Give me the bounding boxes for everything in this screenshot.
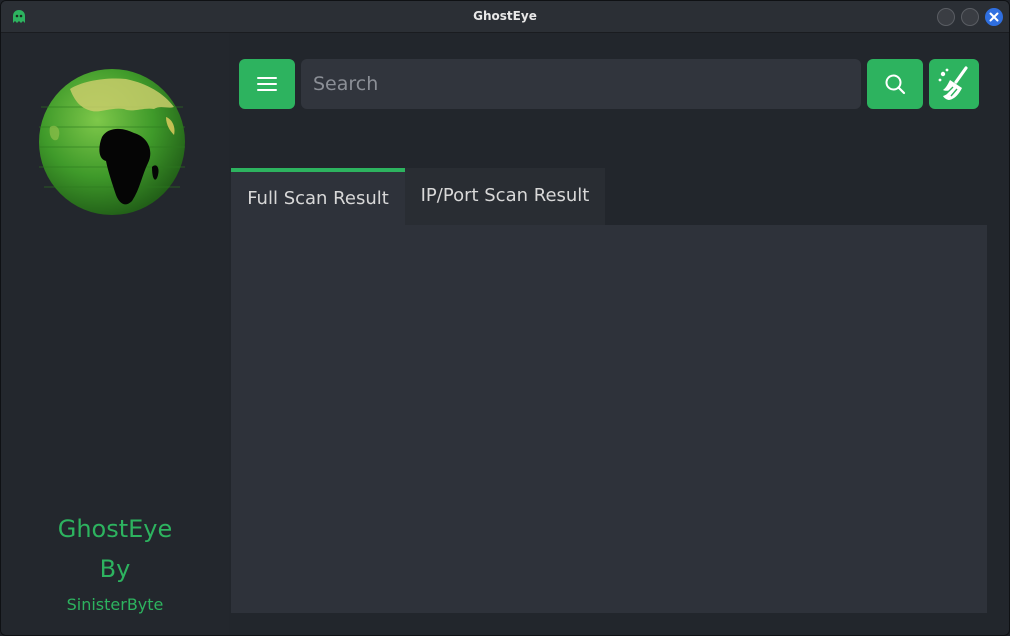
scan-result-panel xyxy=(231,225,987,613)
clear-button[interactable] xyxy=(929,59,979,109)
close-icon xyxy=(989,12,999,22)
search-input[interactable] xyxy=(301,59,861,109)
title-bar[interactable]: GhostEye xyxy=(1,1,1009,33)
search-button[interactable] xyxy=(867,59,923,109)
app-window: GhostEye GhostEye By SinisterByte Search… xyxy=(0,0,1010,636)
maximize-button[interactable] xyxy=(961,8,979,26)
window-title: GhostEye xyxy=(473,9,537,23)
app-name: GhostEye xyxy=(57,515,173,543)
sidebar: GhostEye By SinisterByte xyxy=(1,33,229,635)
globe-logo xyxy=(39,69,185,215)
tab-ip-port-scan-result[interactable]: IP/Port Scan Result xyxy=(405,168,605,225)
search-icon xyxy=(885,74,906,95)
menu-button[interactable] xyxy=(239,59,295,109)
broom-icon xyxy=(938,66,968,100)
author-name: SinisterByte xyxy=(66,595,164,614)
by-label: By xyxy=(99,555,131,583)
close-button[interactable] xyxy=(985,8,1003,26)
minimize-button[interactable] xyxy=(937,8,955,26)
tab-full-scan-result[interactable]: Full Scan Result xyxy=(231,168,405,225)
hamburger-icon xyxy=(257,77,277,91)
